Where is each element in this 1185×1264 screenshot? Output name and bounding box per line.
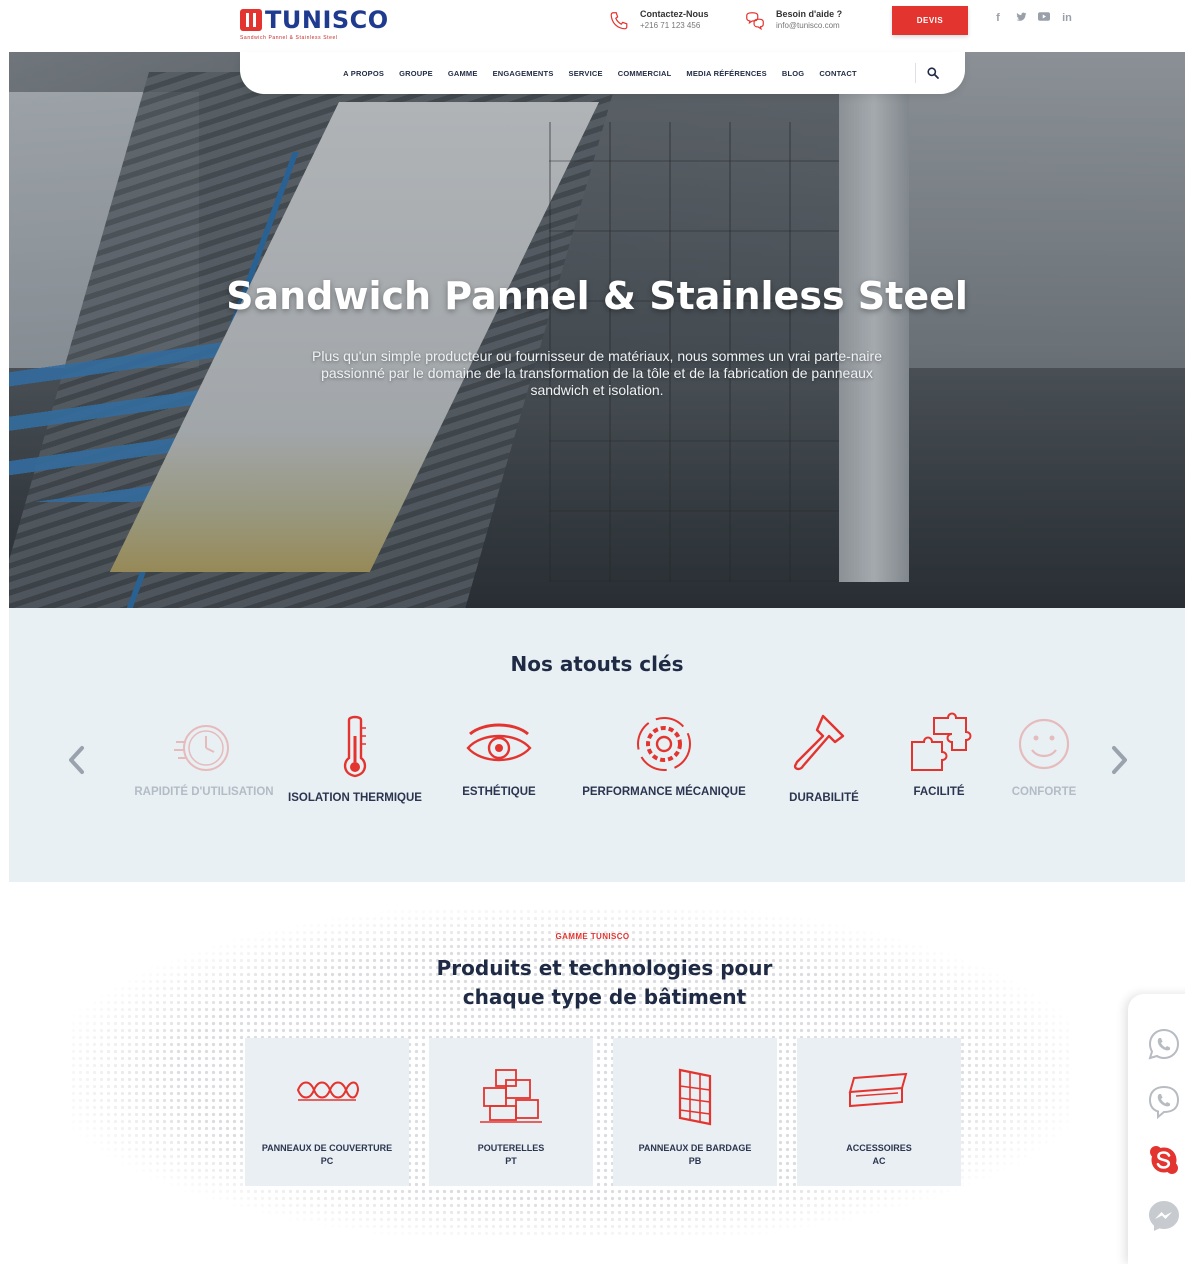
- product-card-code: AC: [872, 1156, 886, 1166]
- chat-widget-bar: [1128, 994, 1185, 1264]
- product-card-code: PT: [505, 1156, 517, 1166]
- top-header: TUNISCO Sandwich Pannel & Stainless Stee…: [0, 0, 1185, 52]
- section-title: Nos atouts clés: [510, 652, 684, 676]
- feature-label: CONFORTE: [1011, 786, 1077, 798]
- accessory-sheet-icon: [848, 1072, 908, 1108]
- nav-item-media-references[interactable]: MEDIA RÉFÉRENCES: [686, 69, 766, 78]
- nav-item-blog[interactable]: BLOG: [782, 69, 804, 78]
- feature-label: ISOLATION THERMIQUE: [288, 792, 422, 804]
- viber-icon[interactable]: [1146, 1084, 1182, 1120]
- eye-icon: [466, 723, 532, 762]
- main-nav: A PROPOS GROUPE GAMME ENGAGEMENTS SERVIC…: [240, 52, 965, 94]
- building-blocks-icon: [480, 1069, 542, 1123]
- hero-banner: Sandwich Pannel & Stainless Steel Plus q…: [9, 52, 1185, 608]
- stopwatch-icon: [174, 725, 229, 771]
- feature-item[interactable]: RAPIDITÉ D'UTILISATION: [124, 712, 284, 798]
- nav-item-commercial[interactable]: COMMERCIAL: [618, 69, 672, 78]
- messenger-icon[interactable]: [1146, 1198, 1182, 1234]
- section-kicker: GAMME TUNISCO: [555, 932, 630, 941]
- section-title-line: Produits et technologies pour: [436, 956, 773, 980]
- product-card[interactable]: PANNEAUX DE BARDAGE PB: [613, 1038, 777, 1186]
- gear-icon: [637, 717, 691, 771]
- product-card[interactable]: ACCESSOIRES AC: [797, 1038, 961, 1186]
- phone-icon: [610, 12, 628, 30]
- social-links: f in: [992, 12, 1073, 25]
- help-email[interactable]: info@tunisco.com: [776, 20, 842, 31]
- product-range-section: GAMME TUNISCO Produits et technologies p…: [0, 882, 1185, 1261]
- product-card-code: PC: [320, 1156, 334, 1166]
- feature-label: RAPIDITÉ D'UTILISATION: [134, 786, 274, 798]
- carousel-prev-arrow-icon[interactable]: [65, 744, 89, 776]
- product-card-label: PANNEAUX DE COUVERTURE PC: [245, 1142, 409, 1168]
- section-title: Produits et technologies pour chaque typ…: [0, 954, 1185, 1012]
- whatsapp-icon[interactable]: [1146, 1026, 1182, 1062]
- insulation-roll-icon: [296, 1081, 360, 1101]
- product-card-label: PANNEAUX DE BARDAGE PB: [613, 1142, 777, 1168]
- nav-item-engagements[interactable]: ENGAGEMENTS: [493, 69, 554, 78]
- puzzle-icon: [911, 712, 972, 771]
- nav-item-gamme[interactable]: GAMME: [448, 69, 478, 78]
- feature-label: ESTHÉTIQUE: [462, 786, 536, 798]
- product-card-name: ACCESSOIRES: [846, 1143, 912, 1153]
- feature-item[interactable]: ISOLATION THERMIQUE: [285, 712, 425, 804]
- thermometer-icon: [343, 715, 367, 778]
- contact-block[interactable]: Contactez-Nous +216 71 123 456: [608, 8, 709, 32]
- linkedin-icon[interactable]: in: [1061, 12, 1073, 25]
- feature-label: FACILITÉ: [913, 786, 965, 798]
- logo-wordmark: TUNISCO: [265, 6, 389, 34]
- logo-mark-icon: [240, 9, 262, 31]
- product-card-name: PANNEAUX DE COUVERTURE: [261, 1143, 393, 1153]
- help-block[interactable]: Besoin d'aide ? info@tunisco.com: [744, 8, 842, 32]
- feature-item[interactable]: FACILITÉ: [894, 712, 984, 798]
- product-card-label: POUTERELLES PT: [429, 1142, 593, 1168]
- help-label: Besoin d'aide ?: [776, 9, 843, 19]
- nav-item-groupe[interactable]: GROUPE: [399, 69, 433, 78]
- feature-label: PERFORMANCE MÉCANIQUE: [582, 786, 746, 798]
- search-icon[interactable]: [926, 66, 940, 80]
- product-card-name: PANNEAUX DE BARDAGE: [638, 1143, 752, 1153]
- tunisco-logo[interactable]: TUNISCO Sandwich Pannel & Stainless Stee…: [240, 6, 388, 41]
- hammer-icon: [793, 714, 845, 771]
- contact-label: Contactez-Nous: [640, 9, 709, 19]
- feature-item[interactable]: PERFORMANCE MÉCANIQUE: [579, 712, 749, 798]
- twitter-icon[interactable]: [1015, 12, 1027, 25]
- nav-item-a-propos[interactable]: A PROPOS: [343, 69, 384, 78]
- carousel-next-arrow-icon[interactable]: [1107, 744, 1131, 776]
- feature-item[interactable]: DURABILITÉ: [779, 712, 869, 804]
- contact-phone[interactable]: +216 71 123 456: [640, 20, 709, 31]
- key-strengths-section: Nos atouts clés RAPIDITÉ D'UTILISATION I…: [9, 608, 1185, 882]
- nav-divider: [915, 63, 916, 83]
- hero-subtitle: Plus qu'un simple producteur ou fourniss…: [312, 348, 882, 398]
- product-card-name: POUTERELLES: [477, 1143, 545, 1153]
- section-title-line: chaque type de bâtiment: [462, 985, 747, 1009]
- nav-item-contact[interactable]: CONTACT: [819, 69, 857, 78]
- skype-icon[interactable]: [1146, 1142, 1182, 1178]
- wall-panel-icon: [678, 1068, 712, 1126]
- product-card-label: ACCESSOIRES AC: [797, 1142, 961, 1168]
- feature-item[interactable]: ESTHÉTIQUE: [449, 712, 549, 798]
- product-card[interactable]: POUTERELLES PT: [429, 1038, 593, 1186]
- logo-tagline: Sandwich Pannel & Stainless Steel: [240, 35, 338, 41]
- feature-item[interactable]: CONFORTE: [1004, 712, 1084, 798]
- youtube-icon[interactable]: [1038, 12, 1050, 25]
- chat-bubble-icon: [746, 12, 764, 31]
- smiley-icon: [1018, 718, 1070, 770]
- hero-overlay: [9, 52, 1185, 608]
- facebook-icon[interactable]: f: [992, 12, 1004, 25]
- product-card[interactable]: PANNEAUX DE COUVERTURE PC: [245, 1038, 409, 1186]
- feature-label: DURABILITÉ: [789, 792, 859, 804]
- product-card-code: PB: [688, 1156, 702, 1166]
- nav-item-service[interactable]: SERVICE: [569, 69, 603, 78]
- hero-title: Sandwich Pannel & Stainless Steel: [226, 274, 968, 318]
- devis-button[interactable]: DEVIS: [892, 6, 968, 35]
